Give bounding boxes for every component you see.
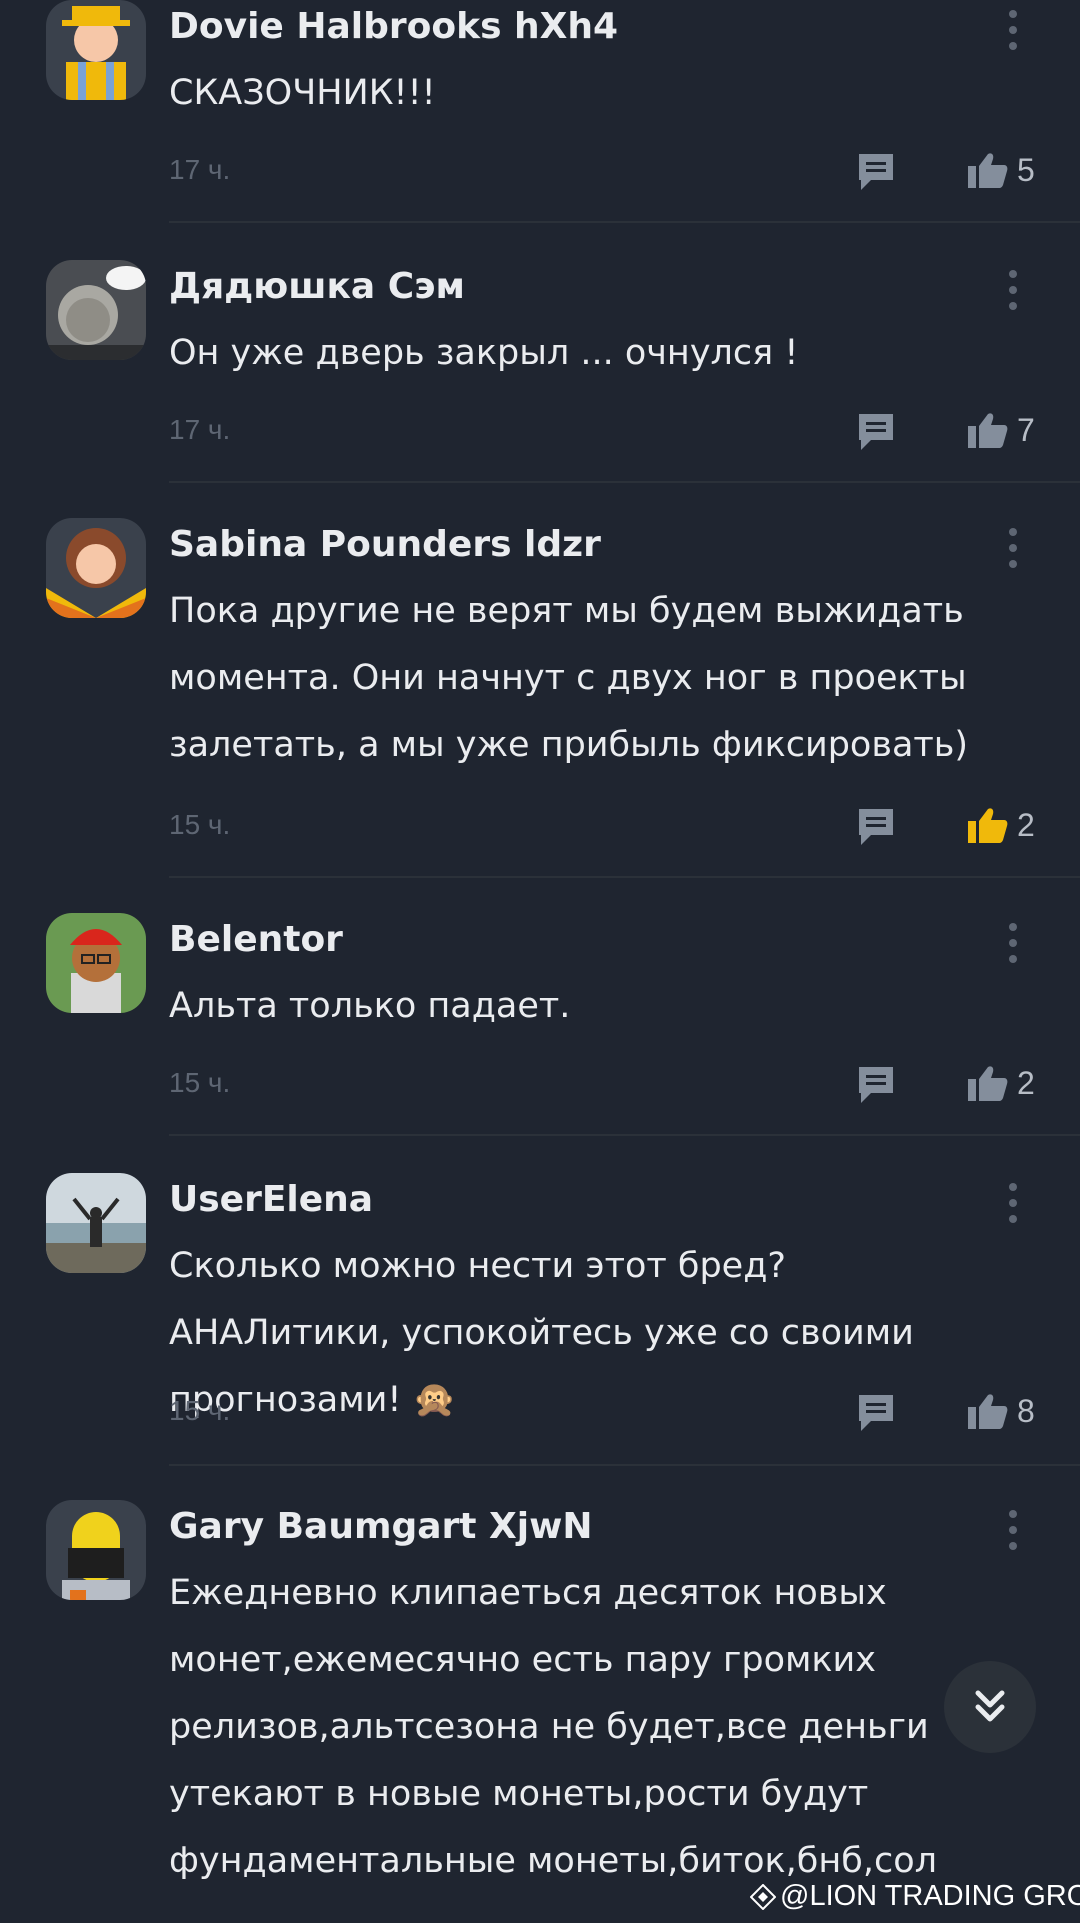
comment-time: 17 ч. xyxy=(169,154,231,185)
double-chevron-down-icon xyxy=(975,1690,1005,1722)
author-name[interactable]: Belentor xyxy=(169,919,343,960)
like-count: 7 xyxy=(1017,412,1035,448)
comment-text: Он уже дверь закрыл ... очнулся ! xyxy=(169,333,799,373)
divider xyxy=(169,1134,1080,1136)
like-count: 2 xyxy=(1017,1065,1035,1101)
comment-text: Ежедневно клипаеться десяток новых монет… xyxy=(169,1573,937,1881)
like-icon[interactable] xyxy=(968,1393,1008,1429)
reply-icon[interactable] xyxy=(857,1065,895,1105)
more-options-icon[interactable] xyxy=(1000,1508,1026,1552)
reply-icon[interactable] xyxy=(857,1393,895,1433)
more-options-icon[interactable] xyxy=(1000,1181,1026,1225)
diamond-logo-icon xyxy=(750,1883,776,1910)
like-icon[interactable] xyxy=(968,807,1008,843)
more-options-icon[interactable] xyxy=(1000,8,1026,52)
comment-time: 15 ч. xyxy=(169,1395,231,1426)
divider xyxy=(169,221,1080,223)
like-count: 2 xyxy=(1017,807,1035,843)
comment-time: 15 ч. xyxy=(169,809,231,840)
more-options-icon[interactable] xyxy=(1000,268,1026,312)
like-count: 5 xyxy=(1017,152,1035,188)
avatar[interactable] xyxy=(46,1173,146,1273)
watermark: @LION TRADING GROUP xyxy=(750,1880,1080,1913)
watermark-text: @LION TRADING GROUP xyxy=(780,1880,1080,1912)
comment-text: Альта только падает. xyxy=(169,986,571,1026)
avatar[interactable] xyxy=(46,0,146,100)
comment-text: СКАЗОЧНИК!!! xyxy=(169,73,436,113)
author-name[interactable]: Дядюшка Сэм xyxy=(169,266,465,307)
avatar[interactable] xyxy=(46,1500,146,1600)
author-name[interactable]: Dovie Halbrooks hXh4 xyxy=(169,6,618,47)
comment-text: Пока другие не верят мы будем выжидать м… xyxy=(169,591,969,765)
like-icon[interactable] xyxy=(968,152,1008,188)
author-name[interactable]: UserElena xyxy=(169,1179,373,1220)
author-name[interactable]: Sabina Pounders ldzr xyxy=(169,524,601,565)
scroll-to-bottom-button[interactable] xyxy=(944,1661,1036,1753)
avatar[interactable] xyxy=(46,518,146,618)
avatar[interactable] xyxy=(46,913,146,1013)
author-name[interactable]: Gary Baumgart XjwN xyxy=(169,1506,593,1547)
divider xyxy=(169,876,1080,878)
like-icon[interactable] xyxy=(968,1065,1008,1101)
like-count: 8 xyxy=(1017,1393,1035,1429)
avatar[interactable] xyxy=(46,260,146,360)
divider xyxy=(169,481,1080,483)
reply-icon[interactable] xyxy=(857,807,895,847)
comment-time: 15 ч. xyxy=(169,1067,231,1098)
reply-icon[interactable] xyxy=(857,412,895,452)
comment-time: 17 ч. xyxy=(169,414,231,445)
more-options-icon[interactable] xyxy=(1000,526,1026,570)
like-icon[interactable] xyxy=(968,412,1008,448)
reply-icon[interactable] xyxy=(857,152,895,192)
more-options-icon[interactable] xyxy=(1000,921,1026,965)
divider xyxy=(169,1464,1080,1466)
